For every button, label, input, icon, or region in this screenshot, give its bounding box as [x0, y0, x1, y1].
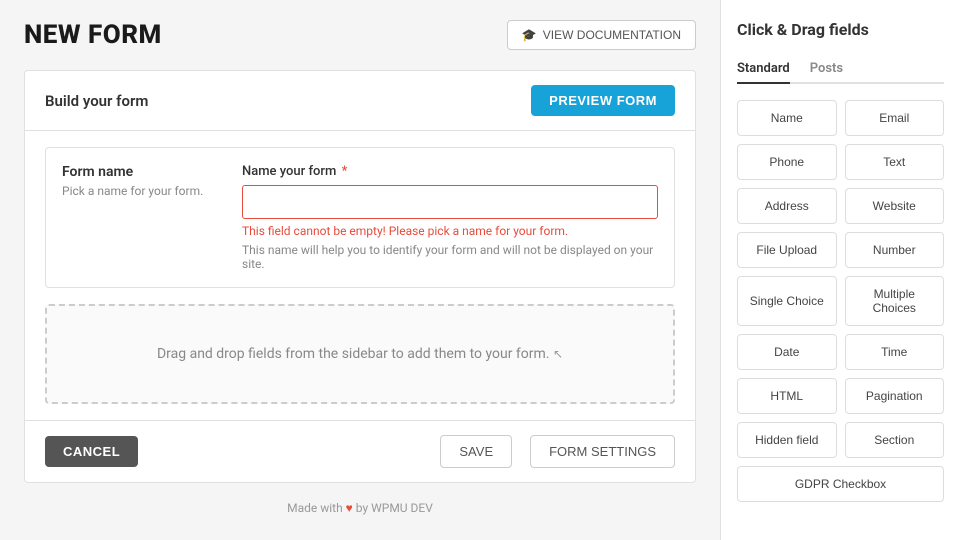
view-docs-label: VIEW DOCUMENTATION: [543, 28, 681, 42]
field-gdpr-checkbox[interactable]: GDPR Checkbox: [737, 466, 944, 502]
drop-zone: Drag and drop fields from the sidebar to…: [45, 304, 675, 404]
main-content: NEW FORM 🎓 VIEW DOCUMENTATION Build your…: [0, 0, 720, 540]
form-builder-title: Build your form: [45, 92, 148, 110]
page-footer: Made with ♥ by WPMU DEV: [24, 483, 696, 533]
field-multiple-choices[interactable]: Multiple Choices: [845, 276, 945, 326]
preview-form-button[interactable]: PREVIEW FORM: [531, 85, 675, 116]
field-address[interactable]: Address: [737, 188, 837, 224]
form-builder-header: Build your form PREVIEW FORM: [25, 71, 695, 131]
form-name-right: Name your form * This field cannot be em…: [242, 164, 658, 271]
form-settings-button[interactable]: FORM SETTINGS: [530, 435, 675, 468]
sidebar-title: Click & Drag fields: [737, 20, 944, 39]
field-number[interactable]: Number: [845, 232, 945, 268]
field-section[interactable]: Section: [845, 422, 945, 458]
field-label: Name your form *: [242, 164, 658, 179]
field-html[interactable]: HTML: [737, 378, 837, 414]
tab-posts[interactable]: Posts: [810, 55, 843, 84]
field-email[interactable]: Email: [845, 100, 945, 136]
form-name-section: Form name Pick a name for your form. Nam…: [45, 147, 675, 288]
field-time[interactable]: Time: [845, 334, 945, 370]
required-indicator: *: [338, 164, 347, 179]
field-hidden-field[interactable]: Hidden field: [737, 422, 837, 458]
field-date[interactable]: Date: [737, 334, 837, 370]
form-footer: CANCEL SAVE FORM SETTINGS: [25, 420, 695, 482]
graduation-icon: 🎓: [522, 28, 537, 42]
field-website[interactable]: Website: [845, 188, 945, 224]
field-name[interactable]: Name: [737, 100, 837, 136]
sidebar: Click & Drag fields Standard Posts Name …: [720, 0, 960, 540]
field-single-choice[interactable]: Single Choice: [737, 276, 837, 326]
field-text[interactable]: Text: [845, 144, 945, 180]
footer-text-after: by WPMU DEV: [356, 501, 433, 515]
form-name-label: Form name: [62, 164, 222, 180]
sidebar-tabs: Standard Posts: [737, 55, 944, 84]
helper-text: This name will help you to identify your…: [242, 243, 658, 271]
cursor-indicator: ↖: [553, 347, 563, 361]
cancel-button[interactable]: CANCEL: [45, 436, 138, 467]
field-grid: Name Email Phone Text Address Website Fi…: [737, 100, 944, 502]
form-name-input[interactable]: [242, 185, 658, 219]
save-button[interactable]: SAVE: [440, 435, 512, 468]
tab-standard[interactable]: Standard: [737, 55, 790, 84]
view-docs-button[interactable]: 🎓 VIEW DOCUMENTATION: [507, 20, 696, 50]
field-file-upload[interactable]: File Upload: [737, 232, 837, 268]
drop-zone-text: Drag and drop fields from the sidebar to…: [157, 346, 550, 362]
heart-icon: ♥: [346, 501, 356, 515]
field-phone[interactable]: Phone: [737, 144, 837, 180]
form-name-hint: Pick a name for your form.: [62, 184, 222, 198]
field-pagination[interactable]: Pagination: [845, 378, 945, 414]
form-builder-card: Build your form PREVIEW FORM Form name P…: [24, 70, 696, 483]
page-header: NEW FORM 🎓 VIEW DOCUMENTATION: [24, 20, 696, 50]
form-name-left: Form name Pick a name for your form.: [62, 164, 222, 198]
error-message: This field cannot be empty! Please pick …: [242, 224, 658, 238]
page-title: NEW FORM: [24, 20, 162, 50]
footer-text-before: Made with: [287, 501, 343, 515]
